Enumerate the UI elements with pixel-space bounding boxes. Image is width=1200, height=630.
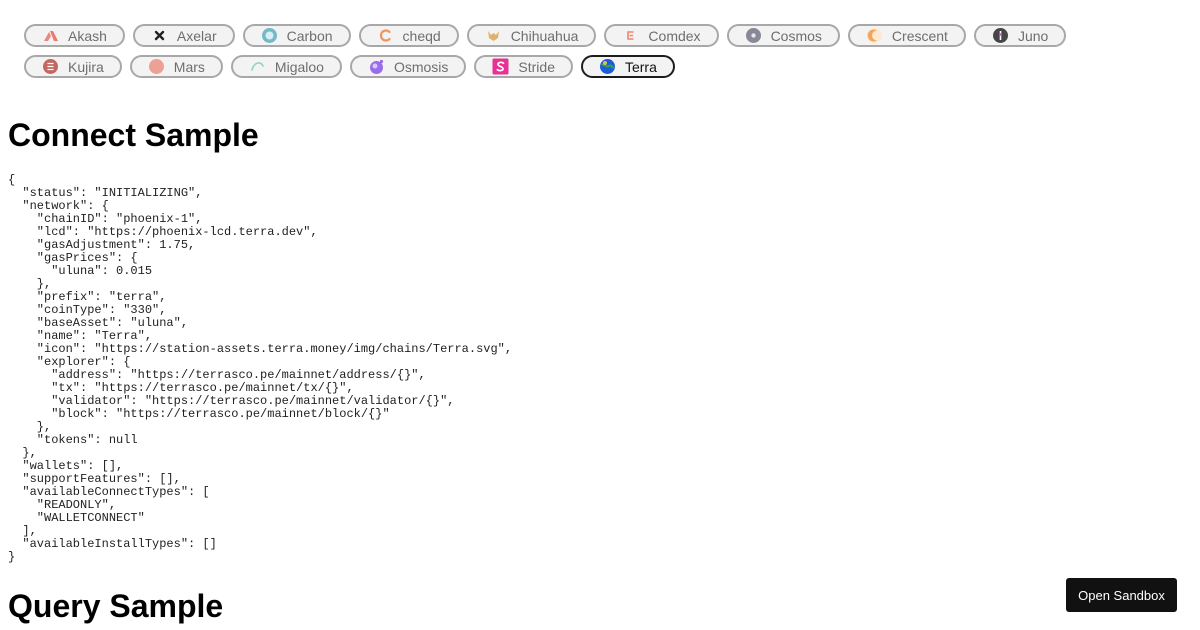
chain-button-osmosis[interactable]: Osmosis xyxy=(349,55,467,78)
chain-button-chihuahua[interactable]: Chihuahua xyxy=(466,24,597,47)
cosmos-logo-icon xyxy=(745,27,762,44)
chain-button-label: cheqd xyxy=(402,27,441,44)
crescent-logo-icon xyxy=(866,27,883,44)
osmosis-logo-icon xyxy=(368,58,385,75)
juno-logo-icon xyxy=(992,27,1009,44)
chain-button-label: Cosmos xyxy=(770,27,822,44)
mars-logo-icon xyxy=(148,58,165,75)
migaloo-logo-icon xyxy=(249,58,266,75)
cheqd-logo-icon xyxy=(377,27,394,44)
query-sample-heading: Query Sample xyxy=(8,588,224,624)
chain-button-axelar[interactable]: Axelar xyxy=(132,24,235,47)
chain-button-crescent[interactable]: Crescent xyxy=(847,24,966,47)
akash-logo-icon xyxy=(42,27,59,44)
chain-button-juno[interactable]: Juno xyxy=(973,24,1067,47)
axelar-logo-icon xyxy=(151,27,168,44)
chain-button-label: Juno xyxy=(1017,27,1049,44)
chain-button-label: Carbon xyxy=(286,27,333,44)
terra-logo-icon xyxy=(599,58,616,75)
chain-button-stride[interactable]: Stride xyxy=(474,55,573,78)
chain-button-label: Comdex xyxy=(648,27,701,44)
chain-button-label: Axelar xyxy=(176,27,217,44)
chain-button-label: Terra xyxy=(624,58,657,75)
kujira-logo-icon xyxy=(42,58,59,75)
chain-button-label: Migaloo xyxy=(274,58,324,75)
stride-logo-icon xyxy=(492,58,509,75)
chain-button-cosmos[interactable]: Cosmos xyxy=(726,24,840,47)
chain-button-label: Kujira xyxy=(68,58,104,75)
chain-button-akash[interactable]: Akash xyxy=(24,24,125,47)
connect-state-json: { "status": "INITIALIZING", "network": {… xyxy=(8,173,513,564)
chain-button-label: Stride xyxy=(518,58,555,75)
comdex-logo-icon xyxy=(622,27,639,44)
chain-button-label: Crescent xyxy=(891,27,948,44)
chain-button-label: Osmosis xyxy=(393,58,449,75)
chain-button-cheqd[interactable]: cheqd xyxy=(358,24,459,47)
chain-button-terra[interactable]: Terra xyxy=(580,55,675,78)
carbon-logo-icon xyxy=(261,27,278,44)
connect-sample-heading: Connect Sample xyxy=(8,117,259,153)
chain-button-mars[interactable]: Mars xyxy=(129,55,223,78)
chihuahua-logo-icon xyxy=(485,27,502,44)
chain-button-kujira[interactable]: Kujira xyxy=(24,55,122,78)
chain-selector: Akash Axelar Carbon cheqd Chihuahua Comdex Cos… xyxy=(24,24,1154,78)
chain-button-label: Akash xyxy=(68,27,107,44)
chain-button-carbon[interactable]: Carbon xyxy=(242,24,351,47)
chain-button-label: Chihuahua xyxy=(510,27,579,44)
chain-button-label: Mars xyxy=(173,58,205,75)
chain-button-migaloo[interactable]: Migaloo xyxy=(230,55,342,78)
open-sandbox-button[interactable]: Open Sandbox xyxy=(1066,578,1177,612)
chain-button-comdex[interactable]: Comdex xyxy=(604,24,719,47)
